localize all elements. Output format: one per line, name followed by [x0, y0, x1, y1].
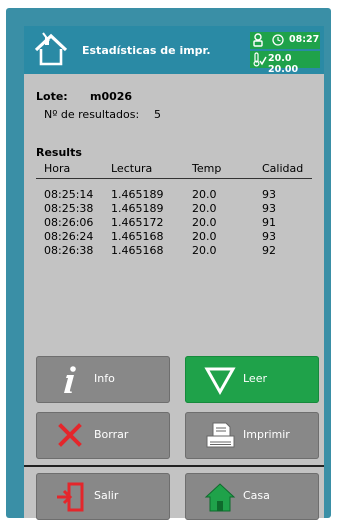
status-temperatures: 20.0 20.00 [268, 53, 299, 75]
cell-calidad: 91 [262, 216, 276, 229]
imprimir-label: Imprimir [243, 428, 290, 441]
cell-lectura: 1.465189 [111, 188, 164, 201]
status-row-clock: 08:27 [250, 32, 320, 49]
table-row: 08:26:24 1.465168 20.0 93 [36, 230, 312, 244]
borrar-button[interactable]: Borrar [36, 412, 170, 459]
cell-hora: 08:26:24 [44, 230, 94, 243]
info-icon [64, 366, 76, 393]
table-row: 08:25:38 1.465189 20.0 93 [36, 202, 312, 216]
imprimir-button[interactable]: Imprimir [185, 412, 319, 459]
lote-value: m0026 [90, 90, 133, 103]
results-title: Results [36, 146, 82, 159]
column-header-lectura: Lectura [111, 162, 153, 175]
cell-calidad: 93 [262, 188, 276, 201]
cell-lectura: 1.465172 [111, 216, 164, 229]
header-bar: Estadísticas de impr. 08:27 20.0 20.00 [24, 26, 324, 75]
divider [24, 465, 324, 467]
exit-icon [57, 482, 84, 512]
status-row-temperature: 20.0 20.00 [250, 51, 320, 75]
borrar-label: Borrar [94, 428, 129, 441]
thermometer-check-icon [253, 52, 267, 67]
cell-hora: 08:25:38 [44, 202, 94, 215]
cell-temp: 20.0 [192, 202, 217, 215]
casa-button[interactable]: Casa [185, 473, 319, 520]
cell-temp: 20.0 [192, 244, 217, 257]
lote-label: Lote: [36, 90, 68, 103]
home-green-icon [204, 483, 236, 512]
table-header: Hora Lectura Temp Calidad [36, 162, 312, 179]
leer-label: Leer [243, 372, 267, 385]
salir-button[interactable]: Salir [36, 473, 170, 520]
table-row: 08:26:06 1.465172 20.0 91 [36, 216, 312, 230]
printer-icon [206, 422, 235, 448]
column-header-hora: Hora [44, 162, 71, 175]
num-results-value: 5 [154, 108, 161, 121]
cell-calidad: 93 [262, 230, 276, 243]
salir-label: Salir [94, 489, 119, 502]
cell-lectura: 1.465168 [111, 230, 164, 243]
casa-label: Casa [243, 489, 270, 502]
status-time: 08:27 [289, 34, 320, 45]
cell-hora: 08:25:14 [44, 188, 94, 201]
cell-temp: 20.0 [192, 230, 217, 243]
num-results-label: Nº de resultados: [44, 108, 140, 121]
cell-calidad: 93 [262, 202, 276, 215]
home-icon[interactable] [32, 30, 70, 70]
cell-temp: 20.0 [192, 216, 217, 229]
device-frame: Estadísticas de impr. 08:27 20.0 20.00 L… [6, 8, 331, 520]
leer-button[interactable]: Leer [185, 356, 319, 403]
cell-lectura: 1.465168 [111, 244, 164, 257]
info-label: Info [94, 372, 115, 385]
cell-hora: 08:26:38 [44, 244, 94, 257]
table-row: 08:26:38 1.465168 20.0 92 [36, 244, 312, 258]
cell-hora: 08:26:06 [44, 216, 94, 229]
table-row: 08:25:14 1.465189 20.0 93 [36, 188, 312, 202]
cell-calidad: 92 [262, 244, 276, 257]
user-icon [253, 33, 263, 47]
screen: Estadísticas de impr. 08:27 20.0 20.00 L… [24, 26, 324, 520]
delete-x-icon [58, 423, 82, 447]
status-panel: 08:27 20.0 20.00 [250, 32, 320, 75]
column-header-calidad: Calidad [262, 162, 304, 175]
results-table: 08:25:14 1.465189 20.0 93 08:25:38 1.465… [36, 188, 312, 258]
page-title: Estadísticas de impr. [82, 44, 211, 57]
cell-lectura: 1.465189 [111, 202, 164, 215]
clock-icon [272, 34, 284, 46]
column-header-temp: Temp [192, 162, 222, 175]
cell-temp: 20.0 [192, 188, 217, 201]
info-button[interactable]: Info [36, 356, 170, 403]
triangle-down-icon [204, 367, 236, 396]
